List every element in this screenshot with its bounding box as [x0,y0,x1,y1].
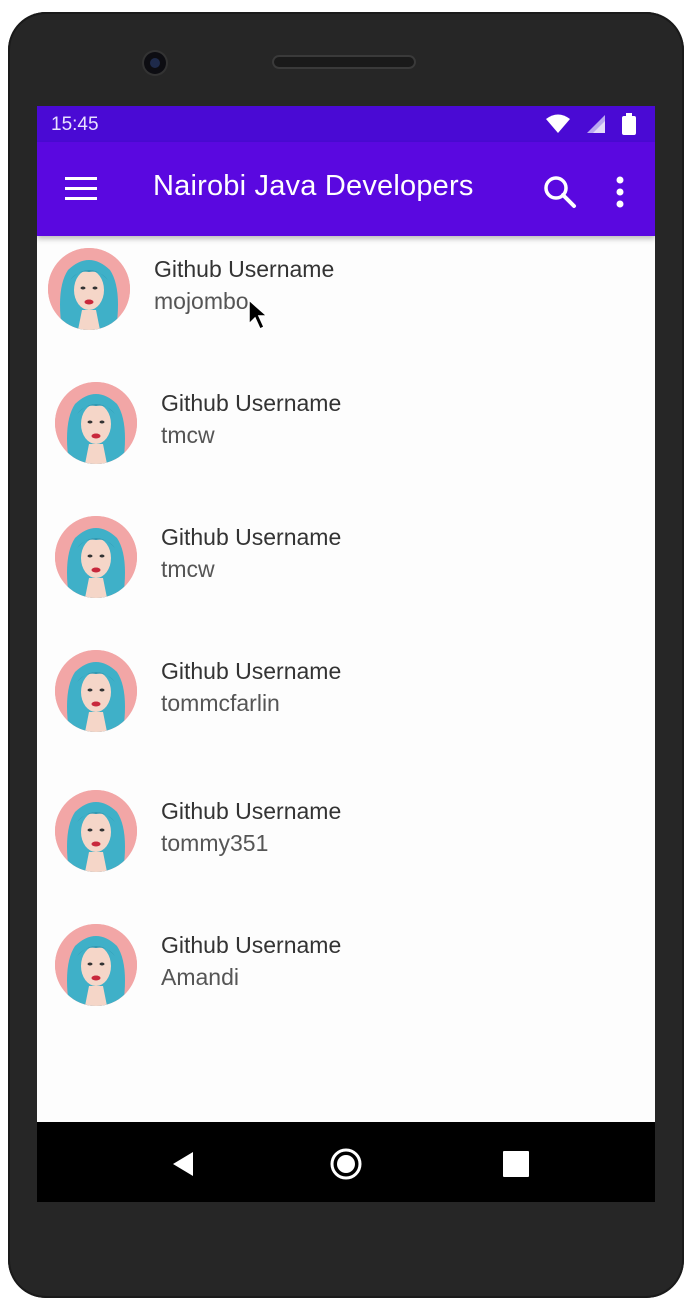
system-nav-bar [37,1122,655,1202]
username-value: tmcw [161,422,215,448]
list-item[interactable]: Github Username tmcw [37,504,655,614]
battery-icon [622,113,636,135]
overflow-menu-button[interactable] [605,172,635,212]
list-item[interactable]: Github Username tommy351 [37,778,655,888]
username-label: Github Username [161,390,342,416]
cell-signal-icon [587,115,605,133]
avatar [55,516,137,598]
earpiece-speaker [272,55,416,69]
back-button[interactable] [163,1144,203,1184]
wifi-icon [546,114,570,133]
menu-button[interactable] [63,175,99,203]
username-label: Github Username [161,524,342,550]
list-item[interactable]: Github Username Amandi [37,912,655,1022]
mouse-pointer-icon [248,298,269,331]
avatar [55,790,137,872]
home-button[interactable] [326,1144,366,1184]
list-item[interactable]: Github Username mojombo [37,236,655,346]
profile-avatar-image [55,650,137,732]
app-bar: Nairobi Java Developers [37,142,655,236]
search-icon [544,176,576,208]
avatar [55,924,137,1006]
username-value: tmcw [161,556,215,582]
profile-avatar-image [48,248,130,330]
profile-avatar-image [55,924,137,1006]
more-vert-icon [616,176,624,208]
list-item[interactable]: Github Username tommcfarlin [37,638,655,748]
username-value: tommcfarlin [161,690,280,716]
back-triangle-icon [173,1152,193,1176]
search-button[interactable] [540,172,580,212]
status-time: 15:45 [51,114,99,135]
front-camera [144,52,166,74]
app-title: Nairobi Java Developers [153,170,474,202]
profile-avatar-image [55,790,137,872]
username-value: tommy351 [161,830,269,856]
username-value: mojombo [154,288,249,314]
device-screen: 15:45 Nairobi Java Developers Github Use… [37,106,655,1202]
profile-avatar-image [55,382,137,464]
status-icons [545,112,637,136]
home-circle-icon [330,1148,362,1180]
list-item[interactable]: Github Username tmcw [37,370,655,480]
avatar [55,650,137,732]
phone-frame: 15:45 Nairobi Java Developers Github Use… [8,12,684,1298]
username-label: Github Username [161,932,342,958]
username-label: Github Username [154,256,335,282]
username-value: Amandi [161,964,239,990]
recents-button[interactable] [495,1144,535,1184]
avatar [55,382,137,464]
username-label: Github Username [161,658,342,684]
profile-avatar-image [55,516,137,598]
username-label: Github Username [161,798,342,824]
recents-square-icon [503,1151,529,1177]
status-bar: 15:45 [37,106,655,142]
avatar [48,248,130,330]
